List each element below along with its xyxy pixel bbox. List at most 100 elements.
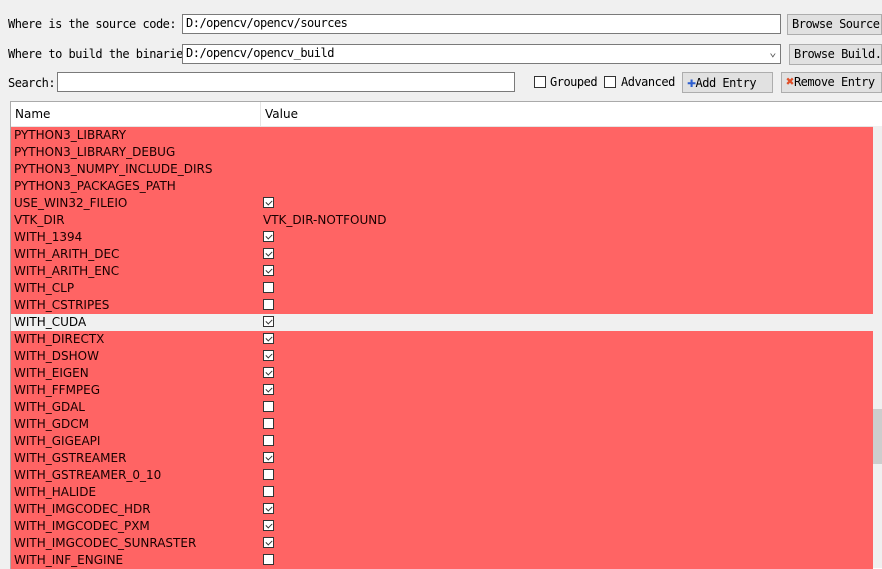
table-row[interactable]: WITH_FFMPEG [11,382,873,399]
chevron-down-icon: ⌄ [769,45,776,59]
table-row[interactable]: WITH_HALIDE [11,484,873,501]
table-row[interactable]: WITH_DSHOW [11,348,873,365]
entry-value[interactable] [260,246,274,263]
value-checkbox[interactable] [263,384,274,395]
value-checkbox[interactable] [263,435,274,446]
table-row[interactable]: USE_WIN32_FILEIO [11,195,873,212]
table-row[interactable]: WITH_ARITH_DEC [11,246,873,263]
value-checkbox[interactable] [263,486,274,497]
table-row[interactable]: WITH_IMGCODEC_PXM [11,518,873,535]
entry-value[interactable] [260,518,274,535]
entry-value[interactable] [260,229,274,246]
entry-name: WITH_CSTRIPES [14,298,110,312]
grouped-label: Grouped [550,75,598,89]
entry-name: WITH_GDAL [14,400,85,414]
value-checkbox[interactable] [263,282,274,293]
value-checkbox[interactable] [263,537,274,548]
table-row[interactable]: WITH_CUDA [11,314,873,331]
value-checkbox[interactable] [263,231,274,242]
browse-build-button[interactable]: Browse Build... [789,44,882,65]
table-row[interactable]: WITH_EIGEN [11,365,873,382]
entry-value[interactable] [260,467,274,484]
grouped-checkbox[interactable] [534,76,546,88]
source-input[interactable]: D:/opencv/opencv/sources [182,14,781,34]
table-row[interactable]: WITH_CLP [11,280,873,297]
table-row[interactable]: WITH_CSTRIPES [11,297,873,314]
entry-value[interactable] [260,280,274,297]
table-row[interactable]: PYTHON3_NUMPY_INCLUDE_DIRS [11,161,873,178]
entry-value[interactable] [260,382,274,399]
value-text[interactable]: VTK_DIR-NOTFOUND [263,213,386,227]
value-checkbox[interactable] [263,401,274,412]
search-input[interactable] [57,72,515,92]
entry-value[interactable] [260,433,274,450]
table-row[interactable]: WITH_IMGCODEC_SUNRASTER [11,535,873,552]
browse-source-button[interactable]: Browse Source... [787,14,882,35]
entry-value[interactable] [260,365,274,382]
entry-value[interactable] [260,348,274,365]
vertical-scrollbar[interactable] [873,126,882,568]
value-checkbox[interactable] [263,520,274,531]
plus-icon: ✚ [687,73,696,91]
table-row[interactable]: WITH_GSTREAMER_0_10 [11,467,873,484]
value-checkbox[interactable] [263,248,274,259]
value-checkbox[interactable] [263,197,274,208]
table-row[interactable]: WITH_1394 [11,229,873,246]
value-checkbox[interactable] [263,418,274,429]
entry-value[interactable] [260,552,274,569]
column-value[interactable]: Value [261,102,298,126]
value-checkbox[interactable] [263,265,274,276]
entry-value[interactable] [260,161,263,178]
table-row[interactable]: PYTHON3_LIBRARY_DEBUG [11,144,873,161]
value-checkbox[interactable] [263,316,274,327]
value-checkbox[interactable] [263,299,274,310]
entry-value[interactable] [260,535,274,552]
entry-value[interactable] [260,263,274,280]
value-checkbox[interactable] [263,469,274,480]
scrollbar-thumb[interactable] [873,409,882,464]
column-name[interactable]: Name [11,102,261,126]
build-combobox[interactable]: D:/opencv/opencv_build ⌄ [182,44,781,64]
entry-name: WITH_CLP [14,281,75,295]
entry-value[interactable] [260,450,274,467]
table-row[interactable]: WITH_GDAL [11,399,873,416]
table-row[interactable]: WITH_GDCM [11,416,873,433]
entry-name: WITH_GSTREAMER_0_10 [14,468,162,482]
value-checkbox[interactable] [263,503,274,514]
entry-value[interactable] [260,178,263,195]
value-checkbox[interactable] [263,350,274,361]
value-checkbox[interactable] [263,367,274,378]
table-row[interactable]: VTK_DIR VTK_DIR-NOTFOUND [11,212,873,229]
value-checkbox[interactable] [263,452,274,463]
entry-value[interactable] [260,501,274,518]
table-row[interactable]: WITH_GIGEAPI [11,433,873,450]
value-checkbox[interactable] [263,554,274,565]
entry-value[interactable] [260,195,274,212]
entry-value[interactable] [260,416,274,433]
entry-value[interactable] [260,331,274,348]
table-row[interactable]: WITH_ARITH_ENC [11,263,873,280]
add-entry-button[interactable]: ✚Add Entry [682,72,773,93]
entry-value[interactable]: VTK_DIR-NOTFOUND [260,212,386,229]
entry-name: VTK_DIR [14,213,65,227]
remove-icon: ✖ [786,74,794,90]
search-label: Search: [8,76,56,90]
entry-value[interactable] [260,127,263,144]
entry-value[interactable] [260,399,274,416]
table-row[interactable]: WITH_IMGCODEC_HDR [11,501,873,518]
entry-name: PYTHON3_PACKAGES_PATH [14,179,176,193]
add-entry-label: Add Entry [695,76,757,90]
table-row[interactable]: WITH_DIRECTX [11,331,873,348]
entry-value[interactable] [260,297,274,314]
table-row[interactable]: WITH_GSTREAMER [11,450,873,467]
table-row[interactable]: PYTHON3_LIBRARY [11,127,873,144]
advanced-checkbox[interactable] [604,76,616,88]
remove-entry-button[interactable]: ✖Remove Entry [781,72,882,93]
value-checkbox[interactable] [263,333,274,344]
entry-value[interactable] [260,144,263,161]
entry-value[interactable] [260,314,274,331]
cache-table[interactable]: Name Value PYTHON3_LIBRARY PYTHON3_LIBRAR… [10,101,882,569]
entry-value[interactable] [260,484,274,501]
table-row[interactable]: WITH_INF_ENGINE [11,552,873,569]
table-row[interactable]: PYTHON3_PACKAGES_PATH [11,178,873,195]
